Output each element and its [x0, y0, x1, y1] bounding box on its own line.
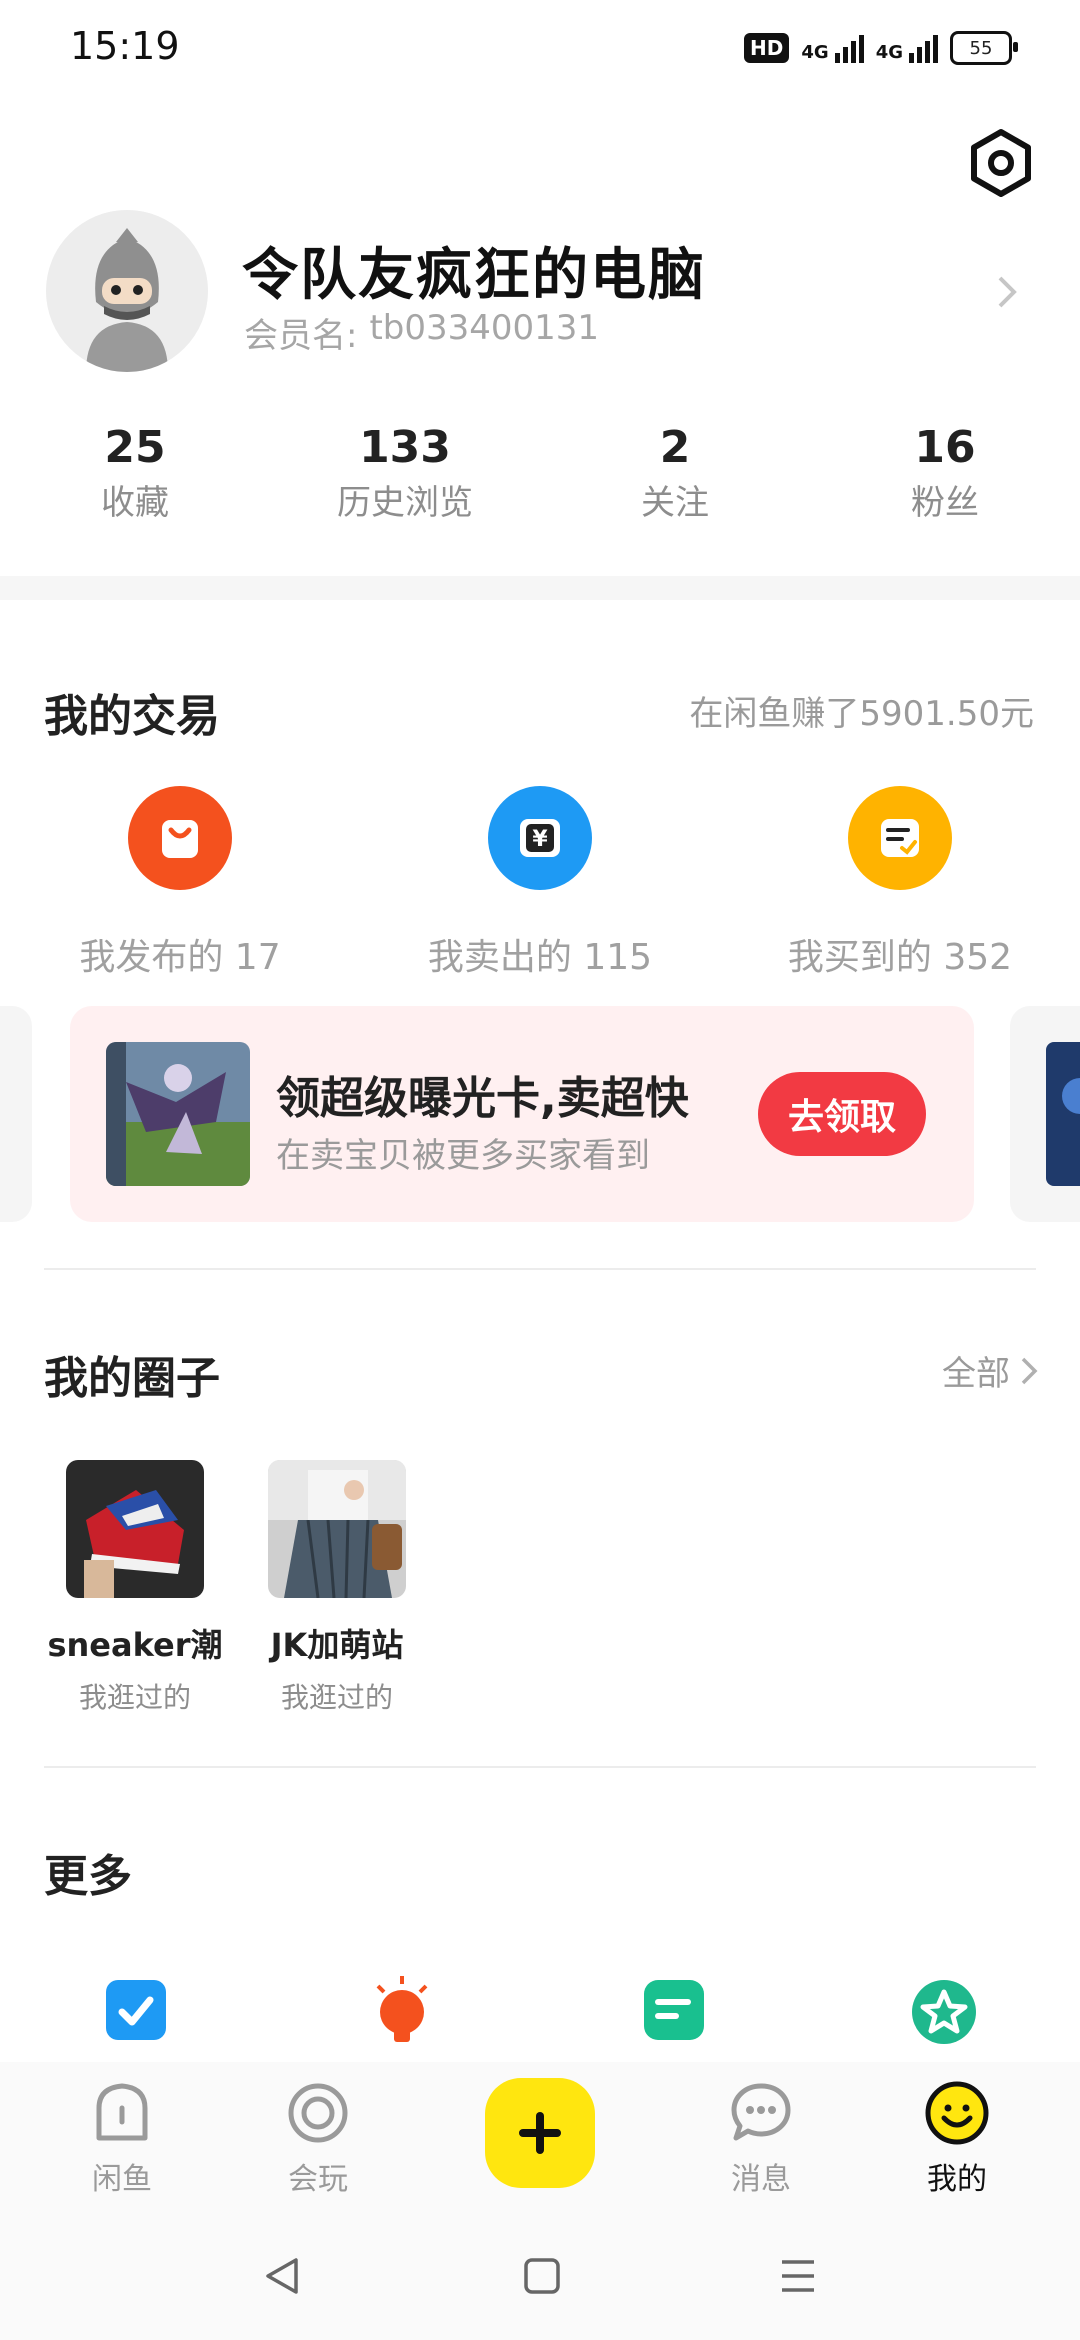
svg-text:¥: ¥: [532, 827, 548, 852]
lightbulb-icon[interactable]: [370, 1974, 434, 2046]
signal-icon-2: 4G: [876, 33, 938, 63]
circle-sub: 我逛过的: [280, 1681, 393, 1714]
trade-label: 我发布的 17: [79, 937, 281, 978]
target-icon: [285, 2080, 351, 2146]
trade-label: 我买到的 352: [787, 937, 1013, 978]
section-divider: [0, 576, 1080, 600]
member-prefix: 会员名:: [244, 316, 358, 356]
stat-following[interactable]: 2 关注: [540, 418, 810, 528]
circle-sub: 我逛过的: [78, 1681, 191, 1714]
banner-game-image: [106, 1042, 250, 1186]
signal-icon: 4G: [801, 33, 864, 63]
network-type-label: 4G: [801, 42, 829, 63]
hd-badge: HD: [744, 33, 790, 63]
trade-row: 我发布的 17 ¥ 我卖出的 115 我买到的 352: [0, 786, 1080, 980]
publish-button[interactable]: [485, 2078, 595, 2188]
stats-row: 25 收藏 133 历史浏览 2 关注 16 粉丝: [0, 418, 1080, 528]
check-badge-icon[interactable]: [104, 1978, 168, 2042]
smile-icon: [924, 2080, 990, 2146]
banner-next-card[interactable]: [1010, 1006, 1080, 1222]
divider: [44, 1268, 1036, 1270]
stat-value: 2: [659, 422, 691, 473]
circle-sneaker-image: [66, 1460, 204, 1598]
stat-favorites[interactable]: 25 收藏: [0, 418, 270, 528]
circle-name: sneaker潮: [47, 1626, 223, 1664]
trade-bought[interactable]: 我买到的 352: [720, 786, 1080, 980]
promo-banner[interactable]: 领超级曝光卡,卖超快 在卖宝贝被更多买家看到 去领取: [70, 1006, 974, 1222]
chevron-right-icon: [1021, 1357, 1038, 1384]
settings-icon[interactable]: [966, 128, 1036, 198]
stat-value: 25: [104, 422, 166, 473]
more-icons-row: [0, 1974, 1080, 2054]
battery-level: 55: [969, 37, 993, 59]
star-circle-icon[interactable]: [910, 1978, 978, 2046]
back-nav-icon[interactable]: [262, 2256, 302, 2300]
trade-label: 我卖出的 115: [427, 937, 653, 978]
circle-card-sneaker[interactable]: sneaker潮 我逛过的: [35, 1460, 235, 1716]
tab-me[interactable]: 我的: [892, 2080, 1022, 2198]
chat-icon: [728, 2080, 794, 2146]
tab-label: 消息: [731, 2162, 791, 2197]
recents-nav-icon[interactable]: [778, 2256, 818, 2300]
trade-title: 我的交易: [44, 691, 220, 742]
avatar[interactable]: [46, 210, 208, 372]
banner-title: 领超级曝光卡,卖超快: [276, 1073, 689, 1124]
stat-history[interactable]: 133 历史浏览: [270, 418, 540, 528]
status-time: 15:19: [70, 24, 180, 68]
yuan-icon: ¥: [488, 786, 592, 890]
all-label: 全部: [942, 1354, 1010, 1394]
circle-name: JK加萌站: [270, 1626, 404, 1664]
plus-icon: [519, 2112, 561, 2154]
stat-label: 历史浏览: [337, 483, 473, 523]
banner-subtitle: 在卖宝贝被更多买家看到: [276, 1136, 650, 1176]
member-name-row: 会员名: tb033400131: [244, 308, 599, 357]
tab-home[interactable]: 闲鱼: [57, 2080, 187, 2198]
network-type-label-2: 4G: [875, 42, 903, 63]
stat-label: 关注: [641, 483, 709, 523]
tab-label: 闲鱼: [92, 2162, 152, 2197]
stat-value: 16: [914, 422, 976, 473]
stat-label: 粉丝: [911, 483, 979, 523]
circles-all-link[interactable]: 全部: [942, 1346, 1038, 1395]
more-title: 更多: [44, 1851, 132, 1902]
system-nav-bar: [0, 2212, 1080, 2340]
nickname[interactable]: 令队友疯狂的电脑: [242, 230, 706, 311]
battery-icon: 55: [950, 31, 1018, 65]
divider: [44, 1766, 1036, 1768]
circles-title: 我的圈子: [44, 1353, 220, 1404]
note-icon[interactable]: [642, 1978, 706, 2042]
circle-jk-image: [268, 1460, 406, 1598]
member-id: tb033400131: [369, 308, 600, 348]
profile-chevron-right-icon[interactable]: [996, 274, 1020, 320]
status-icons: HD 4G 4G 55: [744, 26, 1018, 70]
home-icon: [89, 2080, 155, 2146]
trade-sold[interactable]: ¥ 我卖出的 115: [360, 786, 720, 980]
tab-play[interactable]: 会玩: [253, 2080, 383, 2198]
tab-messages[interactable]: 消息: [696, 2080, 826, 2198]
shopping-bag-icon: [128, 786, 232, 890]
stat-fans[interactable]: 16 粉丝: [810, 418, 1080, 528]
circle-card-jk[interactable]: JK加萌站 我逛过的: [237, 1460, 437, 1716]
stat-value: 133: [359, 422, 451, 473]
claim-button[interactable]: 去领取: [758, 1072, 926, 1156]
stat-label: 收藏: [101, 483, 169, 523]
tab-label: 会玩: [288, 2162, 348, 2197]
tab-label: 我的: [927, 2162, 987, 2197]
home-nav-icon[interactable]: [522, 2256, 562, 2300]
receipt-check-icon: [848, 786, 952, 890]
trade-published[interactable]: 我发布的 17: [0, 786, 360, 980]
earned-summary[interactable]: 在闲鱼赚了5901.50元: [689, 686, 1034, 735]
banner-prev-card[interactable]: [0, 1006, 32, 1222]
